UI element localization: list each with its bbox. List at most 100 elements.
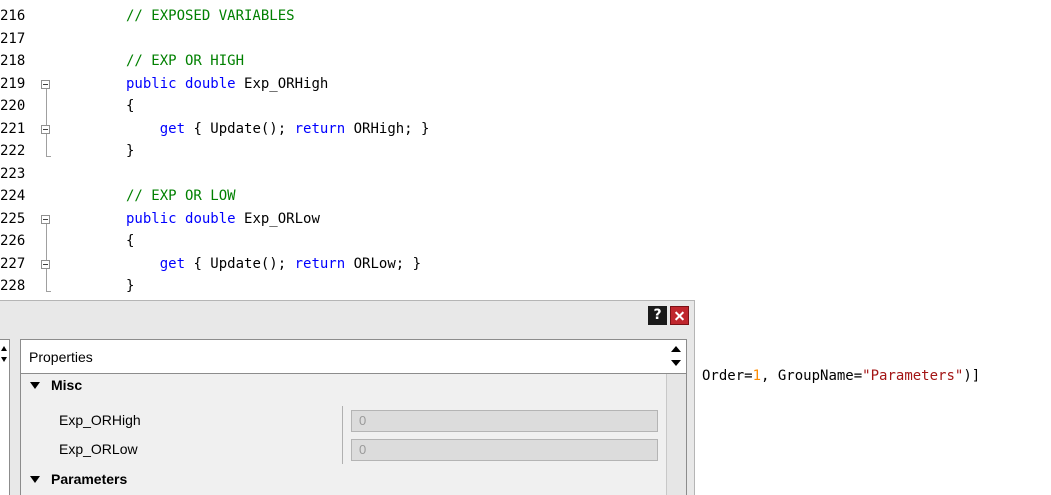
line-number: 224 <box>0 188 26 204</box>
property-grid-body: Misc Exp_ORHigh 0 Exp_ORLow 0 Parameters <box>21 374 666 495</box>
line-number: 221 <box>0 120 26 137</box>
collapse-triangle-icon[interactable] <box>30 382 40 389</box>
code-token: ORHigh; } <box>345 120 430 137</box>
code-token: // EXP OR HIGH <box>126 53 245 69</box>
property-grid-title: Properties <box>29 349 93 365</box>
code-token: ORLow; } <box>345 255 422 272</box>
column-divider[interactable] <box>342 406 343 435</box>
line-number: 223 <box>0 165 26 182</box>
property-row-exp-orhigh[interactable]: Exp_ORHigh 0 <box>21 406 666 435</box>
column-divider[interactable] <box>342 435 343 464</box>
code-line[interactable]: 228} <box>0 275 1051 297</box>
code-token: public <box>126 210 177 227</box>
collapse-icon[interactable] <box>41 124 50 134</box>
collapse-icon[interactable] <box>41 214 50 224</box>
line-number: 217 <box>0 30 26 47</box>
property-name: Exp_ORHigh <box>59 412 141 428</box>
code-text: // EXP OR HIGH <box>126 50 244 72</box>
line-number: 220 <box>0 98 26 114</box>
code-token: // EXP OR LOW <box>126 188 236 204</box>
code-token: get <box>159 120 186 137</box>
code-token: return <box>294 255 346 272</box>
line-number: 227 <box>0 255 26 272</box>
code-text: { <box>126 230 134 252</box>
line-number: 222 <box>0 143 26 159</box>
code-line[interactable]: 224 // EXP OR LOW <box>0 185 1051 207</box>
property-grid: Properties Misc Exp_ORHigh 0 Exp_ORLow 0… <box>20 339 687 495</box>
vertical-scrollbar[interactable] <box>666 374 686 495</box>
code-line[interactable]: 220 { <box>0 95 1051 117</box>
code-line[interactable]: 225 public double Exp_ORLow <box>0 208 1051 230</box>
code-token: get <box>159 255 186 272</box>
code-token: 1 <box>752 368 762 384</box>
collapse-icon[interactable] <box>41 259 50 269</box>
property-name: Exp_ORLow <box>59 441 138 457</box>
code-line[interactable]: 223 <box>0 163 1051 185</box>
code-token: { <box>126 233 135 249</box>
category-misc[interactable]: Misc <box>21 374 666 400</box>
line-number: 225 <box>0 210 26 227</box>
code-token: , GroupName= <box>761 368 863 384</box>
code-token: } <box>126 143 135 159</box>
code-token: double <box>185 75 236 92</box>
line-number: 226 <box>0 233 26 249</box>
fold-guide <box>46 268 47 291</box>
code-text: get { Update(); return ORLow; } <box>126 253 421 275</box>
left-panel-scroller[interactable] <box>0 339 10 495</box>
code-text: // EXP OR LOW <box>126 185 236 207</box>
line-number: 228 <box>0 278 26 294</box>
collapse-icon[interactable] <box>41 79 50 89</box>
code-text: // EXPOSED VARIABLES <box>126 5 295 27</box>
code-token: public <box>126 75 177 92</box>
help-button[interactable]: ? <box>648 306 667 325</box>
properties-dialog: ? Properties Misc Exp_ORHigh 0 Exp_ORLow <box>0 300 695 495</box>
code-text: } <box>126 140 134 162</box>
code-token: // EXPOSED VARIABLES <box>126 8 295 24</box>
property-value-field[interactable]: 0 <box>351 410 658 432</box>
scroll-down-icon[interactable] <box>1 357 7 362</box>
code-line[interactable]: 216 // EXPOSED VARIABLES <box>0 5 1051 27</box>
code-token: { <box>126 98 135 114</box>
code-token: { Update(); <box>185 255 295 272</box>
line-number: 216 <box>0 8 26 24</box>
code-token: Exp_ORHigh <box>235 75 329 92</box>
scroll-up-icon[interactable] <box>1 346 7 351</box>
code-token: )] <box>963 368 981 384</box>
property-value-field[interactable]: 0 <box>351 439 658 461</box>
code-token: Order= <box>702 368 753 384</box>
line-number: 219 <box>0 75 26 92</box>
code-line[interactable]: 221 get { Update(); return ORHigh; } <box>0 118 1051 140</box>
category-label: Misc <box>51 377 83 393</box>
fold-guide <box>46 133 47 156</box>
category-parameters[interactable]: Parameters <box>21 468 666 494</box>
code-line[interactable]: 219 public double Exp_ORHigh <box>0 73 1051 95</box>
close-icon[interactable] <box>670 306 689 325</box>
code-token: double <box>185 210 236 227</box>
code-line[interactable]: 222} <box>0 140 1051 162</box>
code-line[interactable]: 218 // EXP OR HIGH <box>0 50 1051 72</box>
spin-up-icon[interactable] <box>671 346 681 352</box>
code-line[interactable]: 227 get { Update(); return ORLow; } <box>0 253 1051 275</box>
code-line[interactable]: 226 { <box>0 230 1051 252</box>
code-text: } <box>126 275 134 297</box>
code-line-partial: Order=1, GroupName="Parameters")] <box>702 365 980 387</box>
code-text: public double Exp_ORLow <box>126 208 320 230</box>
code-token: return <box>294 120 346 137</box>
property-row-exp-orlow[interactable]: Exp_ORLow 0 <box>21 435 666 464</box>
collapse-triangle-icon[interactable] <box>30 476 40 483</box>
fold-end-marker <box>46 291 51 292</box>
category-label: Parameters <box>51 471 128 487</box>
property-grid-header: Properties <box>21 340 686 374</box>
fold-end-marker <box>46 156 51 157</box>
code-text: public double Exp_ORHigh <box>126 73 328 95</box>
code-text: { <box>126 95 134 117</box>
line-number: 218 <box>0 53 26 69</box>
code-token: Exp_ORLow <box>235 210 320 227</box>
code-token: "Parameters" <box>862 368 964 384</box>
spin-down-icon[interactable] <box>671 360 681 366</box>
code-line[interactable]: 217 <box>0 28 1051 50</box>
code-text: get { Update(); return ORHigh; } <box>126 118 430 140</box>
code-token: } <box>126 278 135 294</box>
